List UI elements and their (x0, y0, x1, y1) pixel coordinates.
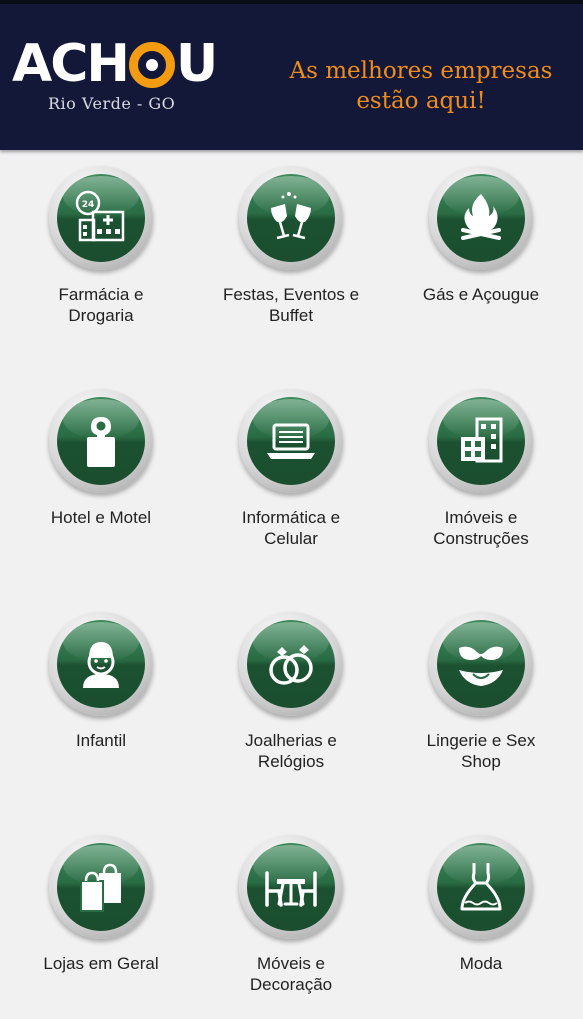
category-label: Festas, Eventos e Buffet (196, 284, 386, 326)
category-label: Infantil (6, 730, 196, 751)
logo-text-left: ACH (12, 34, 130, 94)
icon-button (239, 389, 343, 493)
shopping-bags-icon (80, 863, 121, 912)
category-joalherias[interactable]: Joalherias e Relógios (196, 596, 386, 796)
label-line2: Relógios (257, 752, 325, 771)
category-imoveis[interactable]: Imóveis e Construções (386, 373, 576, 573)
category-label: Hotel e Motel (6, 507, 196, 528)
category-farmacia[interactable]: 24 Farmácia e Drogaria (6, 150, 196, 350)
pharmacy-icon: 24 (75, 190, 125, 242)
buildings-icon (461, 417, 503, 463)
category-lingerie[interactable]: Lingerie e Sex Shop (386, 596, 576, 796)
flame-icon (461, 194, 501, 240)
icon-button: 24 (49, 166, 153, 270)
label-line1: Lingerie e Sex (426, 731, 536, 750)
label-line1: Festas, Eventos e (222, 285, 360, 304)
furniture-icon (265, 871, 317, 907)
category-label: Imóveis e Construções (386, 507, 576, 549)
laptop-icon (267, 423, 315, 459)
logo-wordmark: ACH U (12, 34, 218, 94)
category-label: Lojas em Geral (6, 953, 196, 974)
label-line1: Joalherias e (245, 731, 337, 750)
category-infantil[interactable]: Infantil (6, 596, 196, 796)
category-label: Lingerie e Sex Shop (386, 730, 576, 772)
category-label: Móveis e Decoração (196, 953, 386, 995)
logo-o-ring-icon (128, 42, 175, 88)
category-label: Gás e Açougue (386, 284, 576, 305)
logo-text-right: U (175, 34, 218, 94)
category-label: Moda (386, 953, 576, 974)
category-moveis[interactable]: Móveis e Decoração (196, 819, 386, 1019)
category-gas-acougue[interactable]: Gás e Açougue (386, 150, 576, 350)
label-line2: Drogaria (68, 306, 134, 325)
achou-logo[interactable]: ACH U Rio Verde - GO (12, 30, 222, 120)
label-line1: Móveis e (256, 954, 326, 973)
icon-button (429, 612, 533, 716)
category-moda[interactable]: Moda (386, 819, 576, 1019)
logo-subtitle: Rio Verde - GO (48, 94, 176, 113)
icon-button (49, 612, 153, 716)
icon-button (239, 835, 343, 939)
icon-button (239, 166, 343, 270)
category-grid: 24 Farmácia e Drogaria Festas, Eventos e… (0, 150, 583, 1000)
category-label: Informática e Celular (196, 507, 386, 549)
category-label: Farmácia e Drogaria (6, 284, 196, 326)
tagline: As melhores empresas estão aqui! (262, 56, 580, 116)
category-hotel-motel[interactable]: Hotel e Motel (6, 373, 196, 573)
label-line1: Farmácia e (58, 285, 144, 304)
icon-button (239, 612, 343, 716)
label-line1: Gás e Açougue (422, 285, 540, 304)
svg-text:24: 24 (82, 200, 95, 210)
label-line2: Buffet (268, 306, 314, 325)
label-line2: Construções (433, 529, 529, 548)
label-line2: Decoração (249, 975, 333, 994)
icon-button (49, 389, 153, 493)
tagline-line1: As melhores empresas (289, 58, 553, 84)
category-label: Joalherias e Relógios (196, 730, 386, 772)
icon-button (429, 389, 533, 493)
label-line2: Celular (264, 529, 318, 548)
child-icon (83, 642, 119, 688)
label-line1: Hotel e Motel (50, 508, 152, 527)
category-informatica[interactable]: Informática e Celular (196, 373, 386, 573)
lingerie-icon (459, 646, 503, 686)
label-line1: Lojas em Geral (43, 954, 159, 973)
category-lojas[interactable]: Lojas em Geral (6, 819, 196, 1019)
door-hanger-icon (87, 417, 115, 467)
tagline-line2: estão aqui! (356, 88, 486, 114)
icon-button (429, 835, 533, 939)
rings-icon (269, 645, 313, 685)
app-header: ACH U Rio Verde - GO As melhores empresas… (0, 4, 583, 150)
icon-button (429, 166, 533, 270)
label-line2: Shop (461, 752, 501, 771)
party-glasses-icon (271, 192, 311, 240)
icon-button (49, 835, 153, 939)
label-line1: Moda (459, 954, 503, 973)
dress-icon (460, 863, 502, 911)
label-line1: Imóveis e (444, 508, 518, 527)
label-line1: Informática e (241, 508, 341, 527)
label-line1: Infantil (75, 731, 127, 750)
category-festas[interactable]: Festas, Eventos e Buffet (196, 150, 386, 350)
